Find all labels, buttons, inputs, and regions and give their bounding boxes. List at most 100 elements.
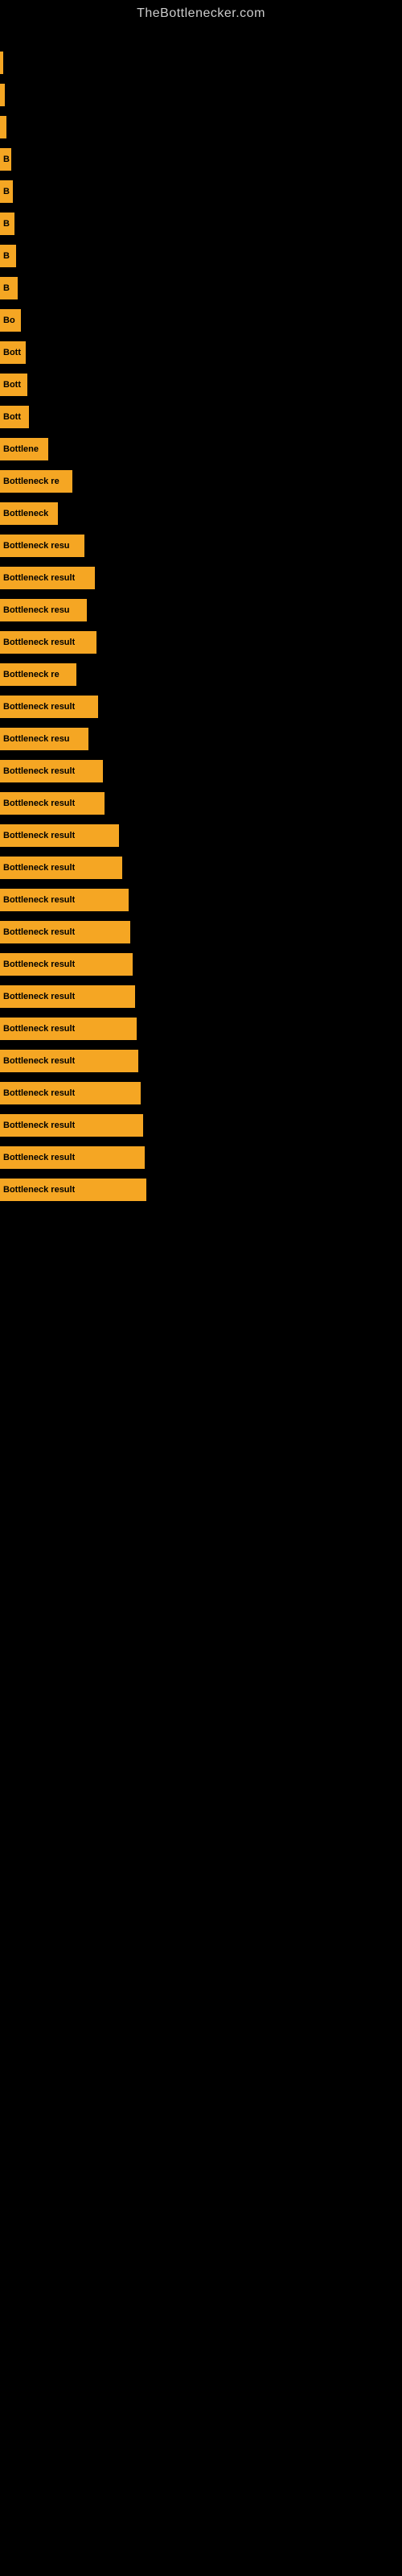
bar-label: Bottleneck result	[3, 831, 75, 840]
bar-label: B	[3, 283, 10, 293]
bar-label: Bottleneck result	[3, 1024, 75, 1034]
bar-item: Bottleneck result	[0, 1179, 146, 1201]
bar-row: Bottleneck result	[0, 1111, 402, 1140]
bar-row: Bottleneck resu	[0, 531, 402, 560]
bar-item: B	[0, 245, 16, 267]
bar-label: Bottleneck result	[3, 799, 75, 808]
bar-item: Bottleneck resu	[0, 535, 84, 557]
bar-label: B	[3, 219, 10, 229]
bar-item: Bottleneck result	[0, 567, 95, 589]
bar-item: Bottleneck result	[0, 1082, 141, 1104]
bar-item: Bottleneck result	[0, 889, 129, 911]
bar-label: Bottleneck result	[3, 927, 75, 937]
bar-row: Bottleneck result	[0, 821, 402, 850]
bar-item: Bottleneck result	[0, 696, 98, 718]
bar-label: Bottleneck result	[3, 573, 75, 583]
bar-row: Bottleneck result	[0, 1175, 402, 1204]
bar-row: Bottleneck resu	[0, 596, 402, 625]
bar-item: Bott	[0, 374, 27, 396]
bar-label: Bottleneck result	[3, 895, 75, 905]
bar-row	[0, 113, 402, 142]
bar-row: Bottlene	[0, 435, 402, 464]
bar-item: Bottlene	[0, 438, 48, 460]
bar-label: Bottleneck result	[3, 1185, 75, 1195]
bar-row: Bottleneck re	[0, 660, 402, 689]
bar-item: Bottleneck result	[0, 1114, 143, 1137]
bar-label: B	[3, 251, 10, 261]
bar-row: Bottleneck result	[0, 692, 402, 721]
bar-label: Bottleneck result	[3, 766, 75, 776]
bar-label: Bottleneck result	[3, 702, 75, 712]
bar-row: Bottleneck result	[0, 853, 402, 882]
bar-item: Bottleneck resu	[0, 728, 88, 750]
bar-row: Bottleneck result	[0, 564, 402, 592]
bar-label: Bottleneck re	[3, 670, 59, 679]
bar-item: Bo	[0, 309, 21, 332]
bar-item: B	[0, 180, 13, 203]
bar-label: Bottleneck result	[3, 1056, 75, 1066]
bar-label: Bottleneck resu	[3, 734, 70, 744]
bar-item: Bott	[0, 406, 29, 428]
bar-row: B	[0, 274, 402, 303]
bar-row: Bottleneck result	[0, 982, 402, 1011]
bar-label: B	[3, 187, 10, 196]
bar-label: Bottleneck re	[3, 477, 59, 486]
bar-row: B	[0, 242, 402, 270]
bar-row	[0, 48, 402, 77]
bars-container: B B B B B Bo Bott Bott Bott Bottlene Bottleneck re…	[0, 24, 402, 1208]
bar-row: B	[0, 145, 402, 174]
bar-row: Bottleneck result	[0, 918, 402, 947]
bar-item: B	[0, 148, 11, 171]
bar-row: Bottleneck result	[0, 1143, 402, 1172]
bar-item: B	[0, 213, 14, 235]
bar-row: Bott	[0, 338, 402, 367]
bar-item: Bottleneck re	[0, 663, 76, 686]
bar-label: Bottleneck result	[3, 992, 75, 1001]
bar-item: Bottleneck result	[0, 1050, 138, 1072]
bar-row: Bottleneck result	[0, 886, 402, 914]
bar-label: Bottleneck	[3, 509, 48, 518]
bar-item: Bott	[0, 341, 26, 364]
bar-label: B	[3, 155, 10, 164]
bar-label: Bott	[3, 412, 21, 422]
bar-item: Bottleneck	[0, 502, 58, 525]
bar-item: Bottleneck re	[0, 470, 72, 493]
bar-label: Bottlene	[3, 444, 39, 454]
bar-item: Bottleneck result	[0, 1018, 137, 1040]
bar-row: B	[0, 177, 402, 206]
bar-item: Bottleneck resu	[0, 599, 87, 621]
bar-label: Bottleneck result	[3, 960, 75, 969]
bar-label: Bottleneck resu	[3, 541, 70, 551]
bar-row: Bott	[0, 370, 402, 399]
bar-label: Bottleneck result	[3, 638, 75, 647]
bar-label: Bottleneck result	[3, 1088, 75, 1098]
bar-row: Bottleneck result	[0, 789, 402, 818]
bar-label: Bott	[3, 380, 21, 390]
bar-row: Bott	[0, 402, 402, 431]
bar-label: Bott	[3, 348, 21, 357]
bar-item: Bottleneck result	[0, 760, 103, 782]
bar-row: B	[0, 209, 402, 238]
bar-row: Bottleneck	[0, 499, 402, 528]
bar-row: Bottleneck result	[0, 757, 402, 786]
bar-row: Bo	[0, 306, 402, 335]
bar-item: B	[0, 277, 18, 299]
bar-row	[0, 80, 402, 109]
bar-row: Bottleneck result	[0, 1014, 402, 1043]
bar-label: Bottleneck result	[3, 1153, 75, 1162]
bar-item	[0, 52, 3, 74]
bar-row: Bottleneck result	[0, 628, 402, 657]
bar-row: Bottleneck re	[0, 467, 402, 496]
bar-label: Bottleneck result	[3, 863, 75, 873]
bar-item: Bottleneck result	[0, 1146, 145, 1169]
bar-item	[0, 116, 6, 138]
bar-item	[0, 84, 5, 106]
bar-label: Bottleneck resu	[3, 605, 70, 615]
site-title: TheBottlenecker.com	[0, 0, 402, 24]
bar-item: Bottleneck result	[0, 857, 122, 879]
bar-row: Bottleneck result	[0, 1079, 402, 1108]
bar-item: Bottleneck result	[0, 985, 135, 1008]
bar-item: Bottleneck result	[0, 631, 96, 654]
bar-item: Bottleneck result	[0, 921, 130, 943]
bar-row: Bottleneck result	[0, 950, 402, 979]
